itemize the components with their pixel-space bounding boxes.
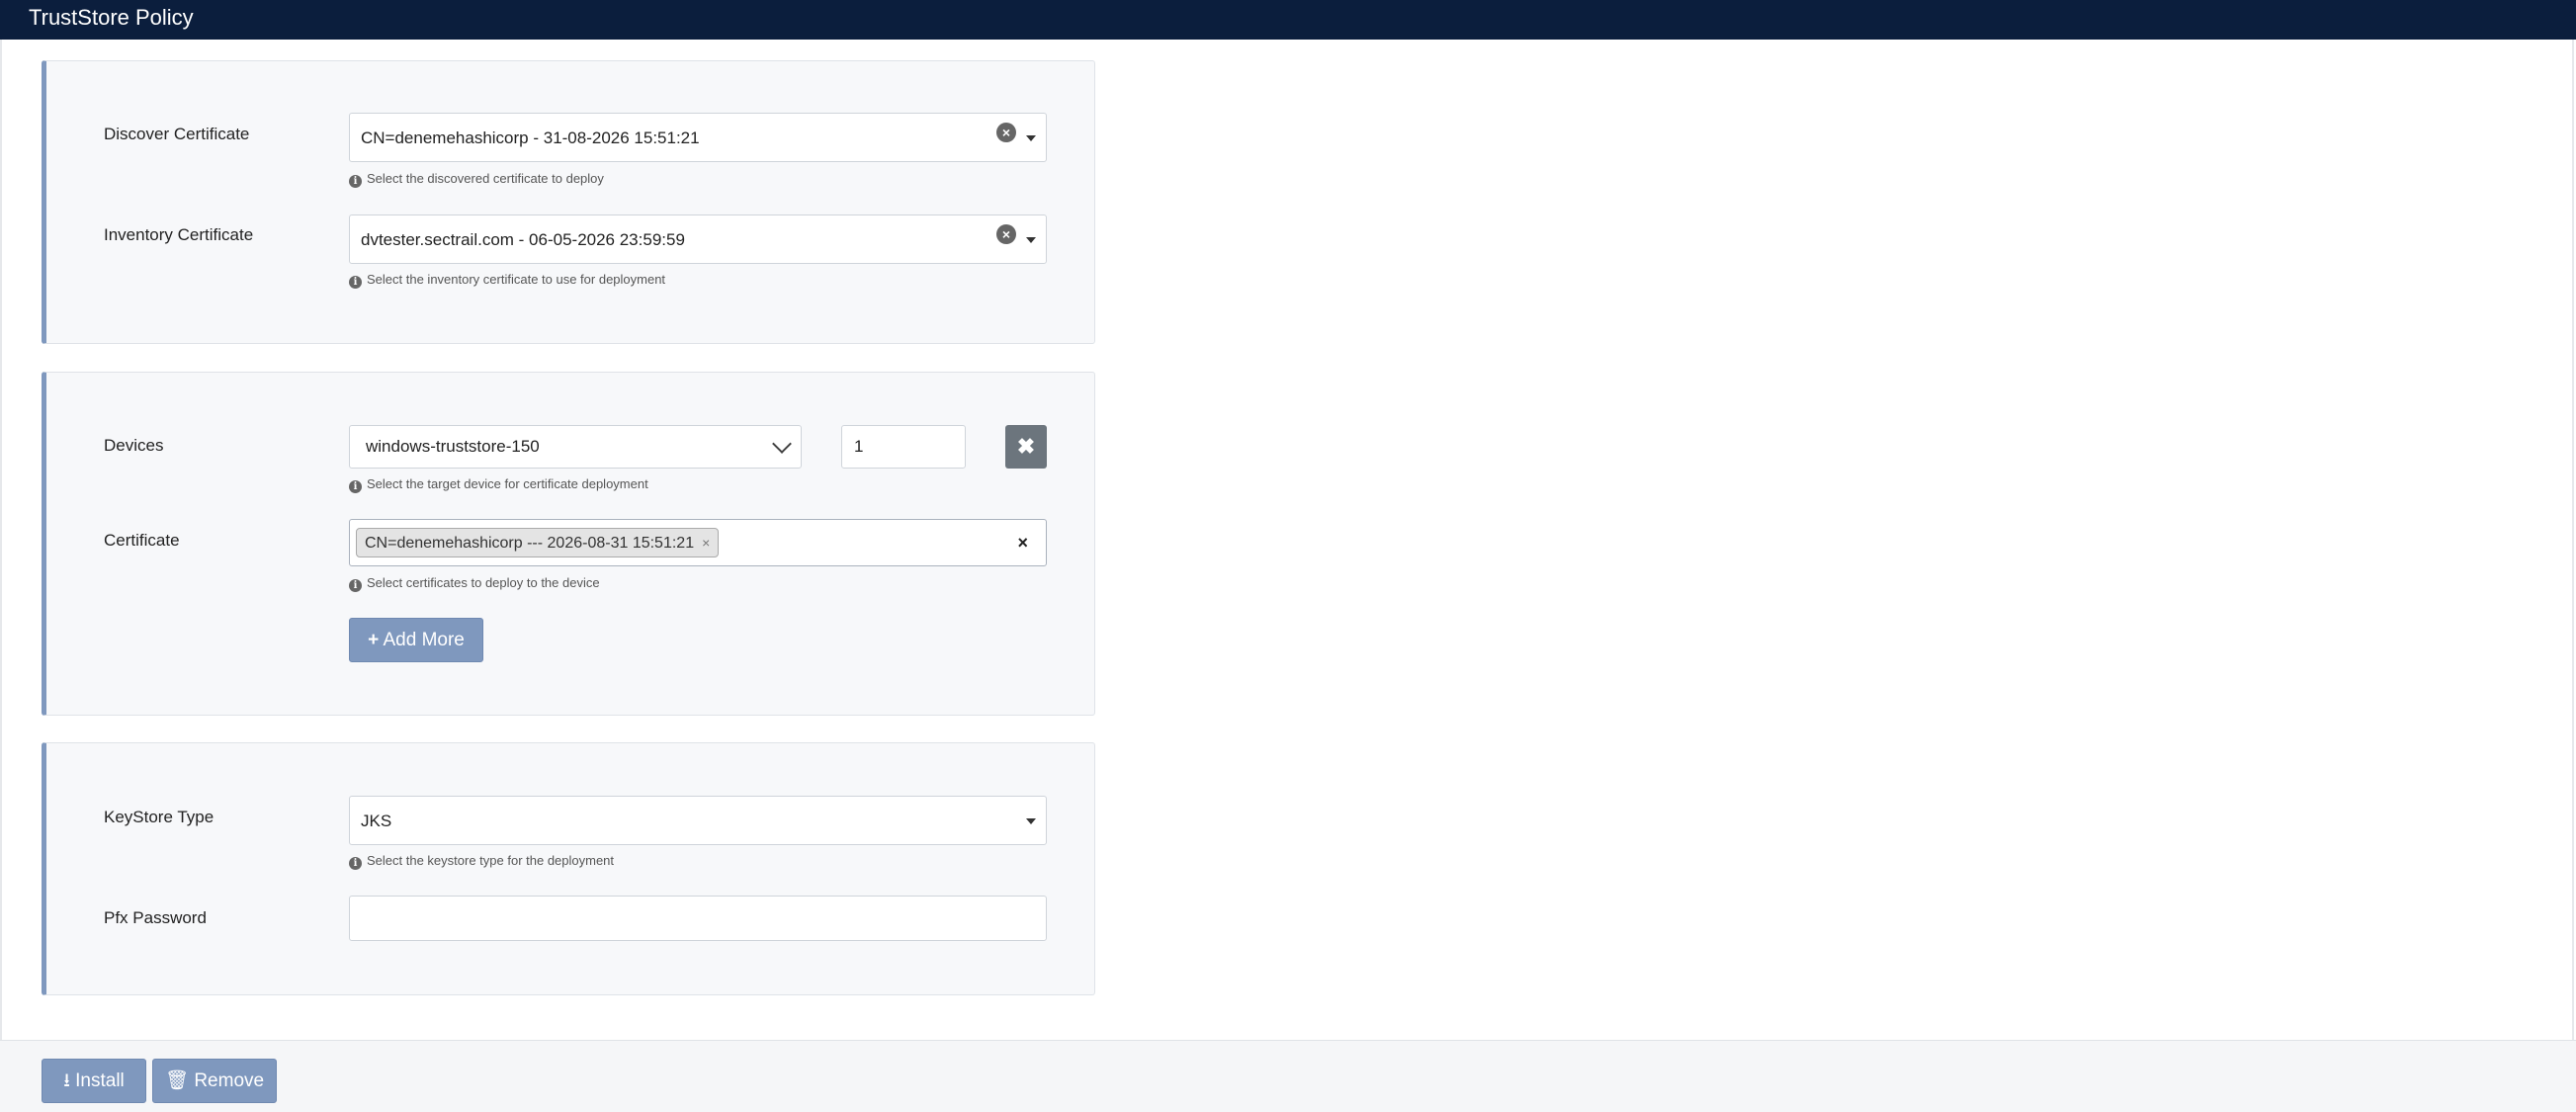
tag-remove-icon[interactable]: × [702, 535, 710, 551]
certificate-help-text: Select certificates to deploy to the dev… [367, 575, 600, 590]
pfx-password-label: Pfx Password [104, 908, 207, 927]
remove-device-button[interactable]: ✖ [1005, 425, 1047, 469]
pfx-password-field[interactable] [349, 896, 1047, 941]
page-title: TrustStore Policy [29, 5, 194, 30]
download-icon: ⭳ [63, 1070, 70, 1091]
clear-circle-icon[interactable]: × [996, 123, 1016, 142]
devices-card: Devices windows-truststore-150 1 ✖ i Sele… [42, 372, 1095, 716]
certificate-tag: CN=denemehashicorp --- 2026-08-31 15:51:… [356, 528, 720, 557]
chevron-down-icon [772, 434, 792, 454]
caret-down-icon[interactable] [1026, 818, 1036, 824]
keystore-card: KeyStore Type JKS i Select the keystore t… [42, 742, 1095, 995]
certificate-selection-card: Discover Certificate CN=denemehashicorp … [42, 60, 1095, 344]
inventory-certificate-label: Inventory Certificate [104, 225, 254, 244]
keystore-type-value: JKS [361, 812, 392, 830]
add-more-button[interactable]: + Add More [349, 618, 483, 662]
device-select[interactable]: windows-truststore-150 [349, 425, 802, 469]
top-bar: TrustStore Policy [0, 0, 2576, 40]
keystore-help-text: Select the keystore type for the deploym… [367, 853, 615, 868]
info-circle-icon: i [349, 857, 362, 870]
remove-label: Remove [194, 1070, 265, 1091]
info-circle-icon: i [349, 579, 362, 592]
plus-icon: + [368, 630, 380, 650]
keystore-type-label: KeyStore Type [104, 808, 215, 826]
info-circle-icon: i [349, 276, 362, 289]
certificate-tag-label: CN=denemehashicorp --- 2026-08-31 15:51:… [365, 535, 695, 552]
install-button[interactable]: ⭳ Install [42, 1059, 146, 1103]
certificate-help: i Select certificates to deploy to the de… [349, 575, 600, 592]
keystore-type-help: i Select the keystore type for the deploy… [349, 853, 614, 870]
clear-all-icon[interactable]: × [1017, 520, 1028, 565]
certificate-multiselect[interactable]: CN=denemehashicorp --- 2026-08-31 15:51:… [349, 519, 1047, 566]
discover-help-text: Select the discovered certificate to dep… [367, 171, 604, 186]
install-label: Install [75, 1070, 125, 1091]
devices-help-text: Select the target device for certificate… [367, 476, 648, 491]
inventory-certificate-help: i Select the inventory certificate to use… [349, 272, 665, 289]
caret-down-icon[interactable] [1026, 135, 1036, 141]
certificate-label: Certificate [104, 531, 180, 550]
trash-icon: 🗑 [164, 1070, 190, 1091]
keystore-type-select[interactable]: JKS [349, 796, 1047, 845]
device-value: windows-truststore-150 [366, 437, 540, 456]
devices-help: i Select the target device for certificat… [349, 476, 648, 493]
discover-certificate-select[interactable]: CN=denemehashicorp - 31-08-2026 15:51:21… [349, 113, 1047, 162]
discover-certificate-label: Discover Certificate [104, 125, 250, 143]
quantity-input[interactable]: 1 [841, 425, 966, 469]
footer-bar: ⭳ Install 🗑 Remove [0, 1040, 2576, 1112]
info-circle-icon: i [349, 175, 362, 188]
inventory-help-text: Select the inventory certificate to use … [367, 272, 666, 287]
clear-circle-icon[interactable]: × [996, 224, 1016, 244]
inventory-certificate-value: dvtester.sectrail.com - 06-05-2026 23:59… [361, 230, 685, 249]
add-more-label: Add More [383, 630, 465, 650]
caret-down-icon[interactable] [1026, 237, 1036, 243]
discover-certificate-help: i Select the discovered certificate to de… [349, 171, 604, 188]
devices-label: Devices [104, 436, 164, 455]
remove-button[interactable]: 🗑 Remove [152, 1059, 277, 1103]
discover-certificate-value: CN=denemehashicorp - 31-08-2026 15:51:21 [361, 128, 700, 147]
inventory-certificate-select[interactable]: dvtester.sectrail.com - 06-05-2026 23:59… [349, 214, 1047, 264]
info-circle-icon: i [349, 480, 362, 493]
